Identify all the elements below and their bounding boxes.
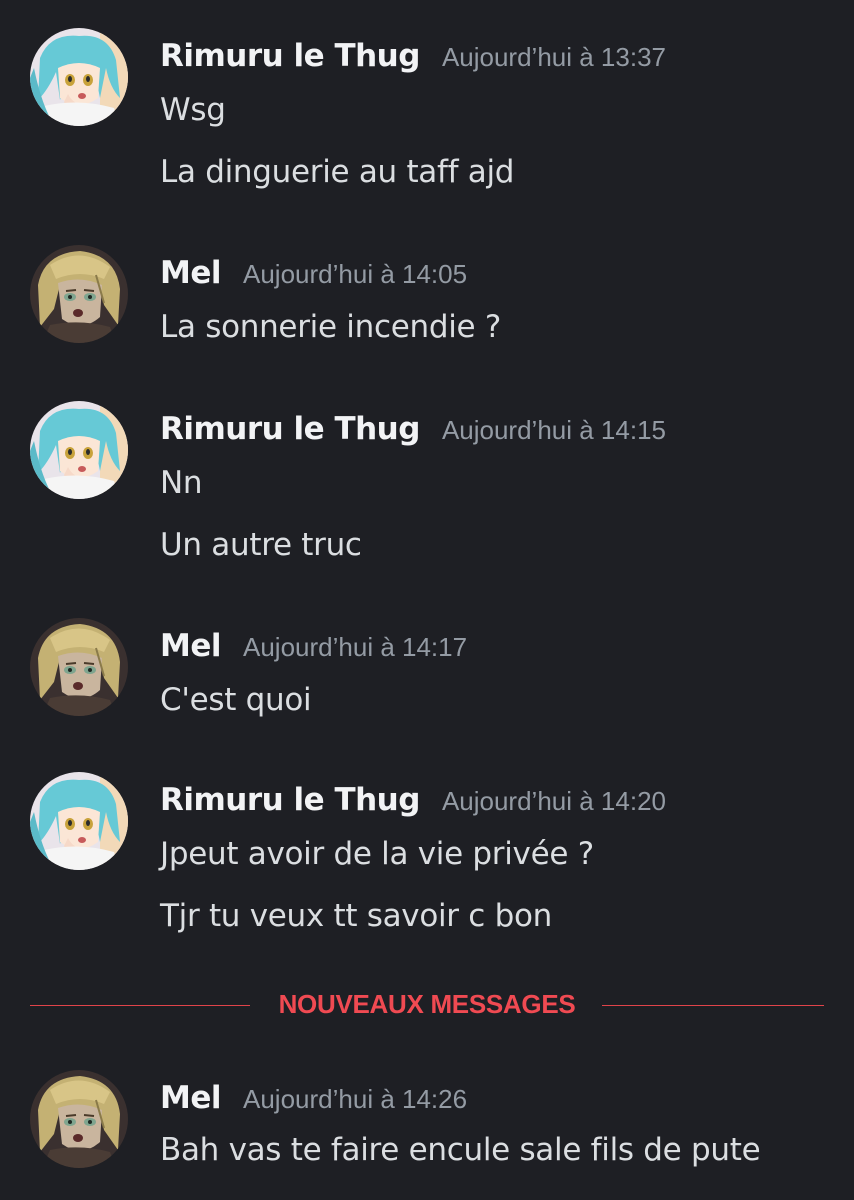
message-text: La dinguerie au taff ajd [160,154,515,190]
timestamp: Aujourd’hui à 14:15 [441,415,666,445]
username[interactable]: Rimuru le Thug [160,411,420,447]
rimuru-avatar[interactable] [30,28,128,126]
timestamp: Aujourd’hui à 14:26 [243,1084,468,1114]
username[interactable]: Mel [160,255,222,291]
timestamp: Aujourd’hui à 13:37 [441,42,666,72]
message-header: Rimuru le Thug Aujourd’hui à 13:37 [160,38,666,74]
mel-avatar[interactable] [30,618,128,716]
rimuru-avatar[interactable] [30,772,128,870]
message-text: Jpeut avoir de la vie privée ? [160,836,594,872]
message-text: La sonnerie incendie ? [160,309,501,345]
message-header: Mel Aujourd’hui à 14:17 [160,628,467,664]
message-header: Rimuru le Thug Aujourd’hui à 14:15 [160,411,666,447]
message-text: Nn [160,465,203,501]
username[interactable]: Mel [160,628,222,664]
timestamp: Aujourd’hui à 14:05 [243,259,468,289]
message-text: Un autre truc [160,527,362,563]
username[interactable]: Rimuru le Thug [160,782,420,818]
message-header: Mel Aujourd’hui à 14:05 [160,255,467,291]
message-header: Mel Aujourd’hui à 14:26 [160,1080,467,1116]
message-header: Rimuru le Thug Aujourd’hui à 14:20 [160,782,666,818]
message-text: C'est quoi [160,682,312,718]
timestamp: Aujourd’hui à 14:20 [441,786,666,816]
new-messages-divider: NOUVEAUX MESSAGES [30,985,824,1025]
username[interactable]: Mel [160,1080,222,1116]
message-text: Tjr tu veux tt savoir c bon [160,898,552,934]
divider-line-right [602,1005,824,1006]
username[interactable]: Rimuru le Thug [160,38,420,74]
timestamp: Aujourd’hui à 14:17 [243,632,468,662]
mel-avatar[interactable] [30,1070,128,1168]
message-text: Bah vas te faire encule sale fils de put… [160,1132,761,1168]
rimuru-avatar[interactable] [30,401,128,499]
mel-avatar[interactable] [30,245,128,343]
message-text: Wsg [160,92,226,128]
